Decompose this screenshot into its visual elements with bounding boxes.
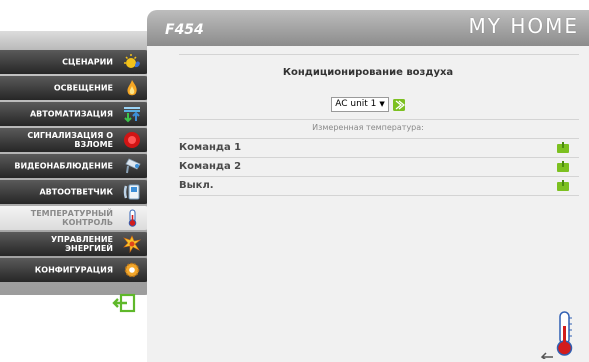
page-title: Кондиционирование воздуха (282, 67, 454, 78)
energy-icon (123, 235, 141, 253)
command-label: Выкл. (179, 180, 214, 191)
command-row: Выкл. (179, 177, 579, 195)
scenario-sun-icon (124, 54, 140, 68)
send-command-icon[interactable] (557, 180, 569, 191)
divider (179, 119, 579, 120)
answering-machine-icon (123, 184, 140, 200)
measured-temperature-label: Измеренная температура: (312, 123, 424, 132)
divider (179, 54, 579, 55)
video-camera-icon (125, 158, 141, 174)
thermometer-icon (128, 209, 137, 227)
sidebar-item-label: КОНФИГУРАЦИЯ (34, 265, 113, 275)
sidebar-item-label: АВТОМАТИЗАЦИЯ (29, 109, 113, 119)
command-row: Команда 2 (179, 158, 579, 176)
sidebar-item-lighting[interactable]: ОСВЕЩЕНИЕ (0, 76, 149, 100)
sidebar-item-label: ОСВЕЩЕНИЕ (53, 83, 113, 93)
configuration-gear-icon (124, 262, 140, 278)
sidebar-item-label: ТЕМПЕРАТУРНЫЙ КОНТРОЛЬ (30, 209, 113, 227)
thermometer-large-icon (556, 311, 573, 356)
go-arrow-button[interactable] (392, 98, 405, 111)
lighting-flame-icon (127, 80, 137, 96)
sidebar-item-temperature[interactable]: ТЕМПЕРАТУРНЫЙ КОНТРОЛЬ (0, 206, 149, 230)
sidebar-item-label: СИГНАЛИЗАЦИЯ О ВЗЛОМЕ (27, 131, 113, 149)
sidebar-item-configuration[interactable]: КОНФИГУРАЦИЯ (0, 258, 149, 282)
send-command-icon[interactable] (557, 161, 569, 172)
sidebar-item-label: ВИДЕОНАБЛЮДЕНИЕ (14, 161, 113, 171)
sidebar-item-automation[interactable]: АВТОМАТИЗАЦИЯ (0, 102, 149, 126)
command-row: Команда 1 (179, 139, 579, 157)
header-bar: F454 MY HOME (147, 10, 589, 46)
sidebar-item-answering-machine[interactable]: АВТООТВЕТЧИК (0, 180, 149, 204)
brand-logo: MY HOME (468, 14, 579, 38)
automation-arrows-icon (124, 107, 140, 123)
exit-icon[interactable] (111, 293, 137, 313)
sidebar-item-video[interactable]: ВИДЕОНАБЛЮДЕНИЕ (0, 154, 149, 178)
unit-select[interactable]: AC unit 1 ▼ (331, 97, 389, 112)
alarm-icon (124, 132, 140, 148)
sidebar-item-label: АВТООТВЕТЧИК (39, 187, 113, 197)
command-label: Команда 1 (179, 142, 242, 153)
sidebar-menu: СЦЕНАРИИ ОСВЕЩЕНИЕ АВТОМАТИЗАЦИЯ СИГНАЛИ… (0, 50, 149, 284)
main-panel: F454 MY HOME Кондиционирование воздуха A… (147, 10, 589, 362)
sidebar-item-energy[interactable]: УПРАВЛЕНИЕ ЭНЕРГИЕЙ (0, 232, 149, 256)
chevron-down-icon: ▼ (379, 100, 385, 108)
sidebar-item-label: УПРАВЛЕНИЕ ЭНЕРГИЕЙ (51, 235, 113, 253)
sidebar-item-label: СЦЕНАРИИ (62, 57, 113, 67)
divider (179, 195, 579, 196)
send-command-icon[interactable] (557, 142, 569, 153)
sidebar-item-scenarios[interactable]: СЦЕНАРИИ (0, 50, 149, 74)
unit-selector-row: AC unit 1 ▼ (147, 94, 589, 113)
device-name: F454 (165, 22, 204, 38)
command-label: Команда 2 (179, 161, 242, 172)
unit-select-value: AC unit 1 (335, 99, 377, 109)
sidebar-item-alarm[interactable]: СИГНАЛИЗАЦИЯ О ВЗЛОМЕ (0, 128, 149, 152)
back-arrow-icon[interactable] (540, 349, 554, 359)
